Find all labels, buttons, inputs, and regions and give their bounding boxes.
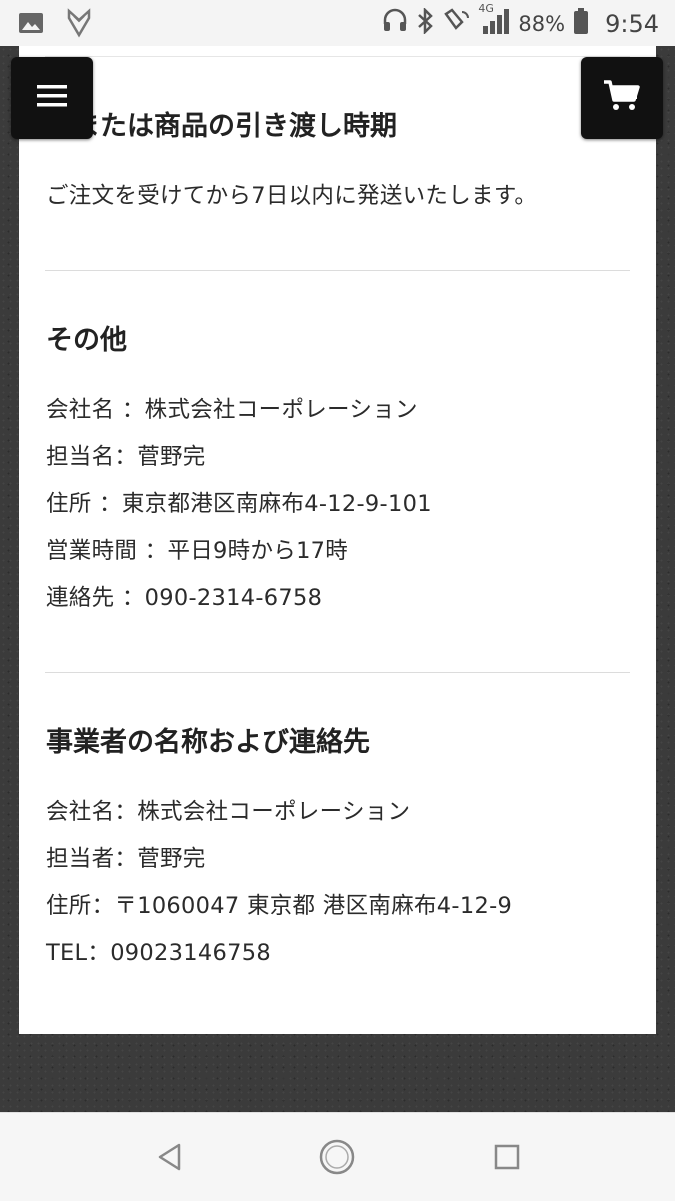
section-title-business-info: 事業者の名称および連絡先 <box>46 727 370 758</box>
network-type-label: 4G <box>478 2 494 15</box>
business-person-in-charge: 担当者：菅野完 <box>46 846 206 872</box>
status-bar: 4G 88% 9:54 <box>0 0 675 46</box>
back-button[interactable] <box>149 1139 189 1179</box>
divider <box>45 56 630 57</box>
app-shield-icon <box>66 8 92 42</box>
business-address: 住所：〒1060047 東京都 港区南麻布4-12-9 <box>46 893 513 919</box>
clock: 9:54 <box>605 10 659 38</box>
other-contact: 連絡先 ：090-2314-6758 <box>46 585 323 611</box>
home-circle-icon <box>318 1138 356 1180</box>
divider <box>45 672 630 673</box>
section-title-delivery: 務または商品の引き渡し時期 <box>46 111 397 142</box>
recents-button[interactable] <box>487 1139 527 1179</box>
business-tel: TEL：09023146758 <box>46 940 271 966</box>
hamburger-icon <box>36 83 68 113</box>
menu-button[interactable] <box>11 57 93 139</box>
other-company-name: 会社名 ：株式会社コーポレーション <box>46 397 418 423</box>
headset-icon <box>382 8 408 40</box>
signal-icon: 4G <box>478 2 510 42</box>
image-icon <box>18 11 44 39</box>
system-nav-bar <box>0 1112 675 1201</box>
delivery-text: ご注文を受けてから7日以内に発送いたします。 <box>46 183 538 209</box>
back-triangle-icon <box>155 1142 183 1176</box>
recents-square-icon <box>493 1143 521 1175</box>
other-person-in-charge: 担当名：菅野完 <box>46 444 206 470</box>
bluetooth-icon <box>416 6 434 40</box>
section-title-other: その他 <box>46 325 127 356</box>
battery-percent: 88% <box>518 12 566 36</box>
cart-button[interactable] <box>581 57 663 139</box>
battery-icon <box>573 7 589 41</box>
divider <box>45 270 630 271</box>
other-address: 住所 ：東京都港区南麻布4-12-9-101 <box>46 491 432 517</box>
cart-icon <box>602 78 642 118</box>
business-company-name: 会社名：株式会社コーポレーション <box>46 799 411 825</box>
home-button[interactable] <box>317 1139 357 1179</box>
nfc-icon <box>442 8 472 40</box>
other-business-hours: 営業時間 ：平日9時から17時 <box>46 538 349 564</box>
content-card[interactable]: 務または商品の引き渡し時期 ご注文を受けてから7日以内に発送いたします。 その他… <box>19 46 656 1034</box>
